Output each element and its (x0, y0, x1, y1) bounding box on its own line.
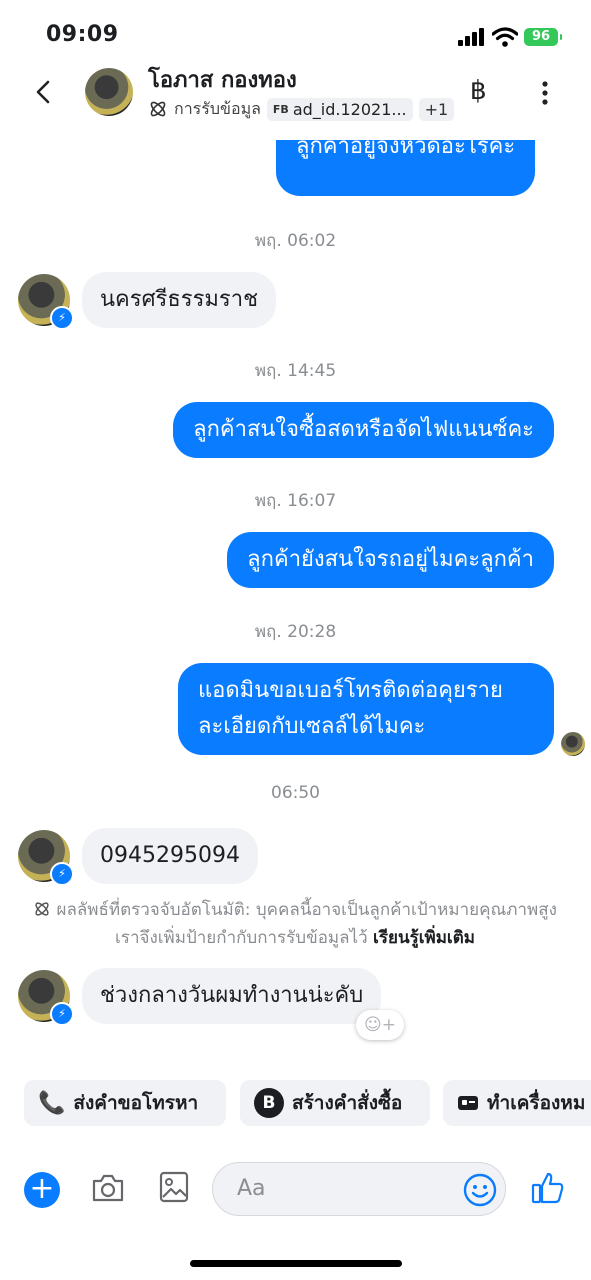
request-call-label: ส่งคำขอโทรหา (73, 1092, 199, 1114)
more-options-button[interactable] (534, 80, 556, 106)
timestamp: พฤ. 20:28 (254, 622, 337, 642)
message-text: 0945295094 (100, 843, 240, 868)
ad-id-chip[interactable]: FB ad_id.12021... (266, 97, 413, 121)
create-order-button[interactable]: B สร้างคำสั่งซื้อ (240, 1080, 430, 1126)
contact-labels[interactable]: การรับข้อมูล FB ad_id.12021... +1 (148, 96, 455, 122)
learn-more-link[interactable]: เรียนรู้เพิ่มเติม (373, 928, 475, 948)
back-button[interactable] (30, 74, 58, 110)
timestamp: 06:50 (271, 783, 320, 803)
contact-avatar[interactable] (85, 68, 133, 116)
status-time: 09:09 (46, 22, 119, 47)
messenger-badge-icon: ⚡ (50, 1002, 74, 1026)
timestamp: พฤ. 06:02 (254, 231, 337, 251)
message-input[interactable] (235, 1175, 439, 1202)
message-bubble-outgoing[interactable]: ลูกค้ายังสนใจรถอยู่ไมคะลูกค้า (227, 532, 554, 588)
ad-id-text: ad_id.12021... (292, 99, 407, 119)
mark-appointment-label: ทำเครื่องหม (487, 1092, 586, 1114)
message-bubble-incoming[interactable]: 0945295094 (82, 828, 258, 884)
message-bubble-outgoing[interactable]: ลูกค้าสนใจซื้อสดหรือจัดไฟแนนซ์คะ (173, 402, 554, 458)
notice-text: ผลลัพธ์ที่ตรวจจับอัตโนมัติ: บุคคลนี้อาจเ… (56, 900, 557, 948)
lead-atom-icon (150, 101, 166, 117)
message-bubble-outgoing[interactable]: แอดมินขอเบอร์โทรติดต่อคุยราย ละเอียดกับเ… (178, 663, 554, 755)
message-text: นครศรีธรรมราช (100, 287, 259, 312)
message-text: ลูกค้าอยู่จังหวัดอะไรคะ (296, 140, 516, 159)
message-bubble-outgoing[interactable]: ลูกค้าอยู่จังหวัดอะไรคะ (276, 140, 536, 196)
message-text-line2: ละเอียดกับเซลล์ได้ไมคะ (198, 714, 426, 739)
timestamp: พฤ. 16:07 (254, 491, 337, 511)
camera-button[interactable] (90, 1172, 126, 1204)
messenger-badge-icon: ⚡ (50, 862, 74, 886)
fb-badge: FB (272, 102, 289, 116)
messenger-badge-icon: ⚡ (50, 306, 74, 330)
seen-receipt-avatar (561, 732, 585, 756)
home-indicator (190, 1260, 402, 1267)
request-call-button[interactable]: 📞 ส่งคำขอโทรหา (24, 1080, 226, 1126)
baht-icon: B (254, 1088, 284, 1118)
message-text-line1: แอดมินขอเบอร์โทรติดต่อคุยราย (198, 678, 503, 703)
add-attachment-button[interactable]: + (24, 1172, 60, 1208)
more-labels-count[interactable]: +1 (418, 97, 455, 121)
payment-baht-button[interactable]: ฿ (470, 76, 487, 106)
message-text: ช่วงกลางวันผมทำงานน่ะคับ (100, 983, 364, 1008)
wifi-icon (492, 27, 518, 47)
mark-appointment-button[interactable]: ทำเครื่องหม (443, 1080, 591, 1126)
battery-indicator: 96 (524, 28, 562, 46)
message-text: ลูกค้าสนใจซื้อสดหรือจัดไฟแนนซ์คะ (193, 417, 534, 442)
timestamp: พฤ. 14:45 (254, 361, 337, 381)
lead-detection-notice: ผลลัพธ์ที่ตรวจจับอัตโนมัติ: บุคคลนี้อาจเ… (30, 896, 560, 952)
phone-plus-icon: 📞 (38, 1090, 66, 1116)
like-button[interactable] (530, 1170, 566, 1206)
id-card-icon (458, 1096, 478, 1110)
message-bubble-incoming[interactable]: ช่วงกลางวันผมทำงานน่ะคับ (82, 968, 382, 1024)
image-icon (159, 1171, 189, 1203)
cellular-signal-icon (458, 28, 484, 46)
add-reaction-button[interactable]: ☺+ (356, 1010, 404, 1040)
message-bubble-incoming[interactable]: นครศรีธรรมราช (82, 272, 277, 328)
message-text: ลูกค้ายังสนใจรถอยู่ไมคะลูกค้า (247, 547, 534, 572)
emoji-icon[interactable] (463, 1173, 497, 1207)
camera-icon (92, 1174, 124, 1202)
create-order-label: สร้างคำสั่งซื้อ (292, 1092, 403, 1114)
label-lead: การรับข้อมูล (174, 98, 261, 118)
gallery-button[interactable] (158, 1170, 190, 1204)
contact-name[interactable]: โอภาส กองทอง (148, 62, 297, 97)
vertical-dots-icon (542, 81, 548, 105)
thumbs-up-icon (531, 1172, 564, 1204)
message-composer[interactable] (212, 1162, 506, 1216)
chevron-left-icon (36, 80, 50, 104)
chat-thread[interactable]: ลูกค้าอยู่จังหวัดอะไรคะ พฤ. 06:02 ⚡ นครศ… (0, 140, 591, 1060)
lead-atom-icon (35, 902, 49, 916)
